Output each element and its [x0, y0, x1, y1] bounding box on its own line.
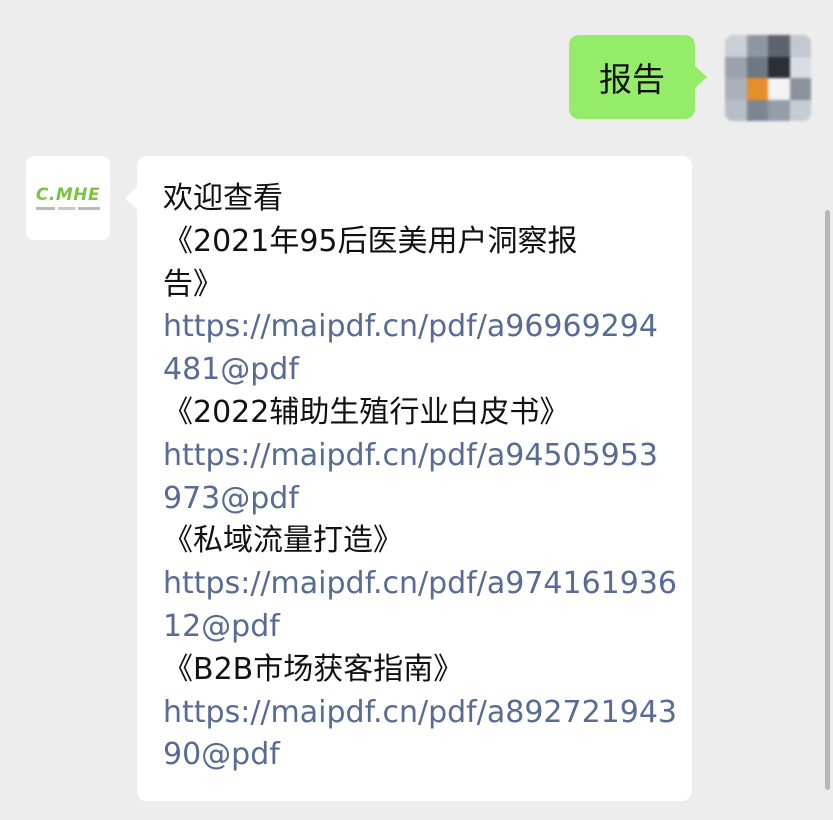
report-title-1: 《2021年95后医美用户洞察报: [163, 223, 578, 259]
outgoing-bubble[interactable]: 报告: [569, 35, 707, 119]
report-title-4: 《B2B市场获客指南》: [163, 651, 464, 687]
user-avatar[interactable]: [725, 35, 811, 121]
report-link-2[interactable]: https://maipdf.cn/pdf/a94505953: [163, 435, 692, 478]
outgoing-message: 报告: [569, 35, 811, 121]
incoming-message: C.MHE 欢迎查看 《2021年95后医美用户洞察报 告》 https://m…: [26, 156, 692, 802]
incoming-bubble[interactable]: 欢迎查看 《2021年95后医美用户洞察报 告》 https://maipdf.…: [125, 156, 692, 802]
cmhe-logo: C.MHE: [35, 184, 101, 205]
report-link-4[interactable]: https://maipdf.cn/pdf/a892721943: [163, 692, 692, 735]
report-link-3-cont[interactable]: 12@pdf: [163, 606, 692, 649]
report-link-1[interactable]: https://maipdf.cn/pdf/a96969294: [163, 306, 692, 349]
message-line: 欢迎查看: [163, 181, 283, 216]
report-title-2: 《2022辅助生殖行业白皮书》: [163, 394, 570, 430]
report-link-2-cont[interactable]: 973@pdf: [163, 478, 692, 521]
report-title-1-cont: 告》: [163, 266, 223, 302]
outgoing-text: 报告: [599, 60, 665, 99]
report-title-3: 《私域流量打造》: [163, 523, 403, 559]
chat-scrollbar[interactable]: [825, 210, 830, 790]
sender-avatar[interactable]: C.MHE: [26, 156, 110, 240]
report-link-3[interactable]: https://maipdf.cn/pdf/a974161936: [163, 563, 692, 606]
report-link-4-cont[interactable]: 90@pdf: [163, 734, 692, 777]
report-link-1-cont[interactable]: 481@pdf: [163, 349, 692, 392]
logo-subtitle-graphic: [36, 206, 100, 210]
